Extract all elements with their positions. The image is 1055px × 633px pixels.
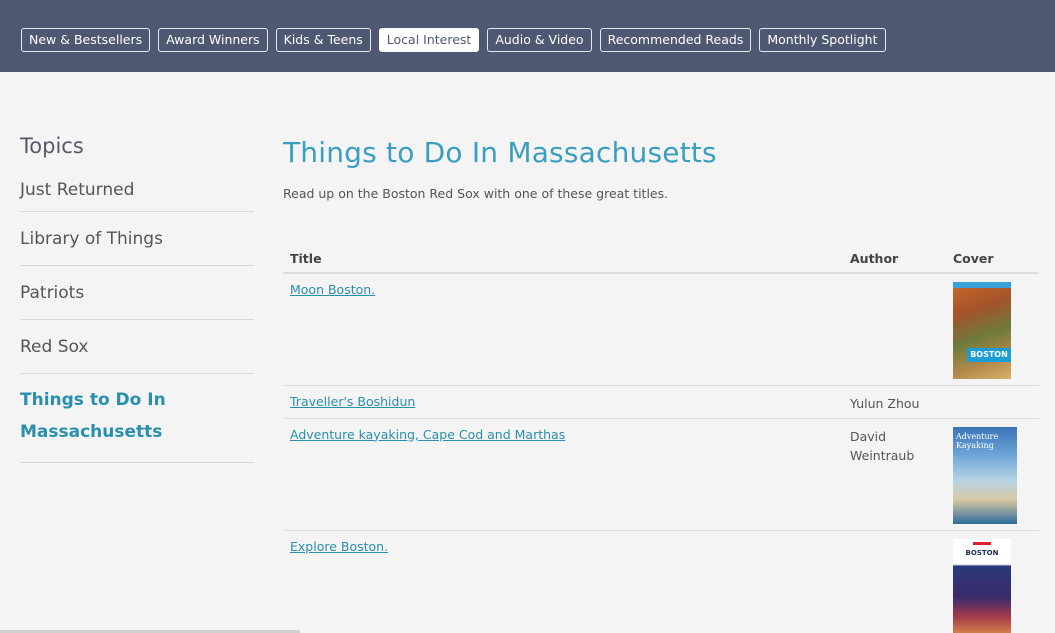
cover-cell: BOSTON [946,530,1039,633]
sidebar-heading: Topics [20,134,84,158]
sidebar-item-label: Red Sox [20,336,89,357]
results-table: Title Author Cover Moon Boston. BOSTON T… [283,244,1039,633]
column-header-title[interactable]: Title [283,244,843,274]
cover-label: BOSTON [965,548,999,557]
cover-logo [973,541,991,545]
top-navigation: New & Bestsellers Award Winners Kids & T… [0,0,1055,72]
tab-audio-video[interactable]: Audio & Video [487,28,592,52]
tab-monthly-spotlight[interactable]: Monthly Spotlight [759,28,886,52]
page-intro: Read up on the Boston Red Sox with one o… [283,186,669,201]
author-cell [843,530,946,633]
page-title: Things to Do In Massachusetts [283,136,717,169]
book-cover-image[interactable]: BOSTON [953,282,1011,379]
title-link[interactable]: Moon Boston. [290,282,375,297]
column-header-cover: Cover [946,244,1039,274]
book-cover-image[interactable]: Adventure Kayaking [953,426,1017,524]
column-header-author[interactable]: Author [843,244,946,274]
sidebar-item-red-sox[interactable]: Red Sox [20,320,254,374]
table-row: Traveller's Boshidun Yulun Zhou [283,385,1039,419]
cover-cell: Adventure Kayaking [946,418,1039,531]
sidebar-item-things-to-do[interactable]: Things to Do In Massachusetts [20,374,254,463]
sidebar-item-label: Patriots [20,282,85,303]
table-row: Moon Boston. BOSTON [283,273,1039,386]
title-cell: Adventure kayaking, Cape Cod and Marthas [283,418,843,531]
category-tabs: New & Bestsellers Award Winners Kids & T… [21,28,886,52]
cover-cell: BOSTON [946,273,1039,386]
sidebar-item-label: Things to Do In Massachusetts [20,390,166,442]
sidebar-item-label: Library of Things [20,228,163,249]
tab-new-bestsellers[interactable]: New & Bestsellers [21,28,151,52]
book-cover-image[interactable]: BOSTON [953,538,1011,633]
title-cell: Explore Boston. [283,530,843,633]
topics-sidebar: Topics Just Returned Library of Things P… [20,134,254,463]
tab-kids-teens[interactable]: Kids & Teens [275,28,371,52]
tab-recommended-reads[interactable]: Recommended Reads [599,28,752,52]
sidebar-item-label: Just Returned [20,180,135,200]
table-header-row: Title Author Cover [283,244,1039,274]
main-content: Things to Do In Massachusetts Read up on… [283,136,1039,201]
cover-label: Adventure Kayaking [956,431,999,450]
table-row: Explore Boston. BOSTON [283,530,1039,633]
title-link[interactable]: Adventure kayaking, Cape Cod and Marthas [290,427,565,442]
sidebar-item-patriots[interactable]: Patriots [20,266,254,320]
author-cell: Yulun Zhou [843,385,946,419]
tab-award-winners[interactable]: Award Winners [158,28,268,52]
author-cell: David Weintraub [843,418,946,531]
table-row: Adventure kayaking, Cape Cod and Marthas… [283,418,1039,531]
title-cell: Moon Boston. [283,273,843,386]
tab-local-interest[interactable]: Local Interest [378,28,480,52]
title-link[interactable]: Traveller's Boshidun [290,394,415,409]
author-cell [843,273,946,386]
title-cell: Traveller's Boshidun [283,385,843,419]
cover-label: BOSTON [967,348,1011,362]
cover-strip [953,282,1011,288]
cover-cell [946,385,1039,419]
sidebar-item-library-of-things[interactable]: Library of Things [20,212,254,266]
sidebar-item-just-returned[interactable]: Just Returned [20,176,254,212]
title-link[interactable]: Explore Boston. [290,539,388,554]
